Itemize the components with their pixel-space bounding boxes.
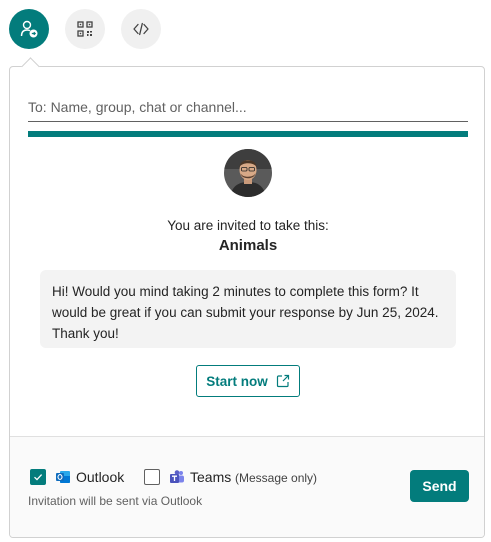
start-now-button[interactable]: Start now <box>196 365 300 397</box>
send-button[interactable]: Send <box>410 470 469 502</box>
teams-icon <box>170 470 184 483</box>
qr-code-icon <box>77 21 93 37</box>
recipient-input[interactable] <box>28 93 468 122</box>
send-status-text: Invitation will be sent via Outlook <box>28 494 203 508</box>
code-embed-icon <box>133 22 149 36</box>
outlook-icon <box>56 471 70 483</box>
teams-label: Teams <box>190 469 232 485</box>
open-external-icon <box>276 374 289 388</box>
outlook-checkbox[interactable] <box>30 469 46 485</box>
send-options-footer: Outlook Teams (Message only) Invitation … <box>10 436 484 537</box>
form-title: Animals <box>218 237 278 254</box>
share-invite-button[interactable] <box>9 9 49 49</box>
outlook-label: Outlook <box>76 469 125 485</box>
checkmark-icon <box>34 474 43 481</box>
start-now-label: Start now <box>206 373 268 389</box>
invite-text: You are invited to take this: <box>167 218 329 233</box>
teams-note: (Message only) <box>235 471 318 485</box>
form-accent-bar <box>28 131 468 137</box>
invite-message: Hi! Would you mind taking 2 minutes to c… <box>40 270 456 348</box>
share-qr-button[interactable] <box>65 9 105 49</box>
teams-checkbox[interactable] <box>144 469 160 485</box>
invite-panel: You are invited to take this: Animals Hi… <box>9 66 485 538</box>
avatar <box>224 149 272 197</box>
person-send-icon <box>20 20 38 38</box>
share-embed-button[interactable] <box>121 9 161 49</box>
